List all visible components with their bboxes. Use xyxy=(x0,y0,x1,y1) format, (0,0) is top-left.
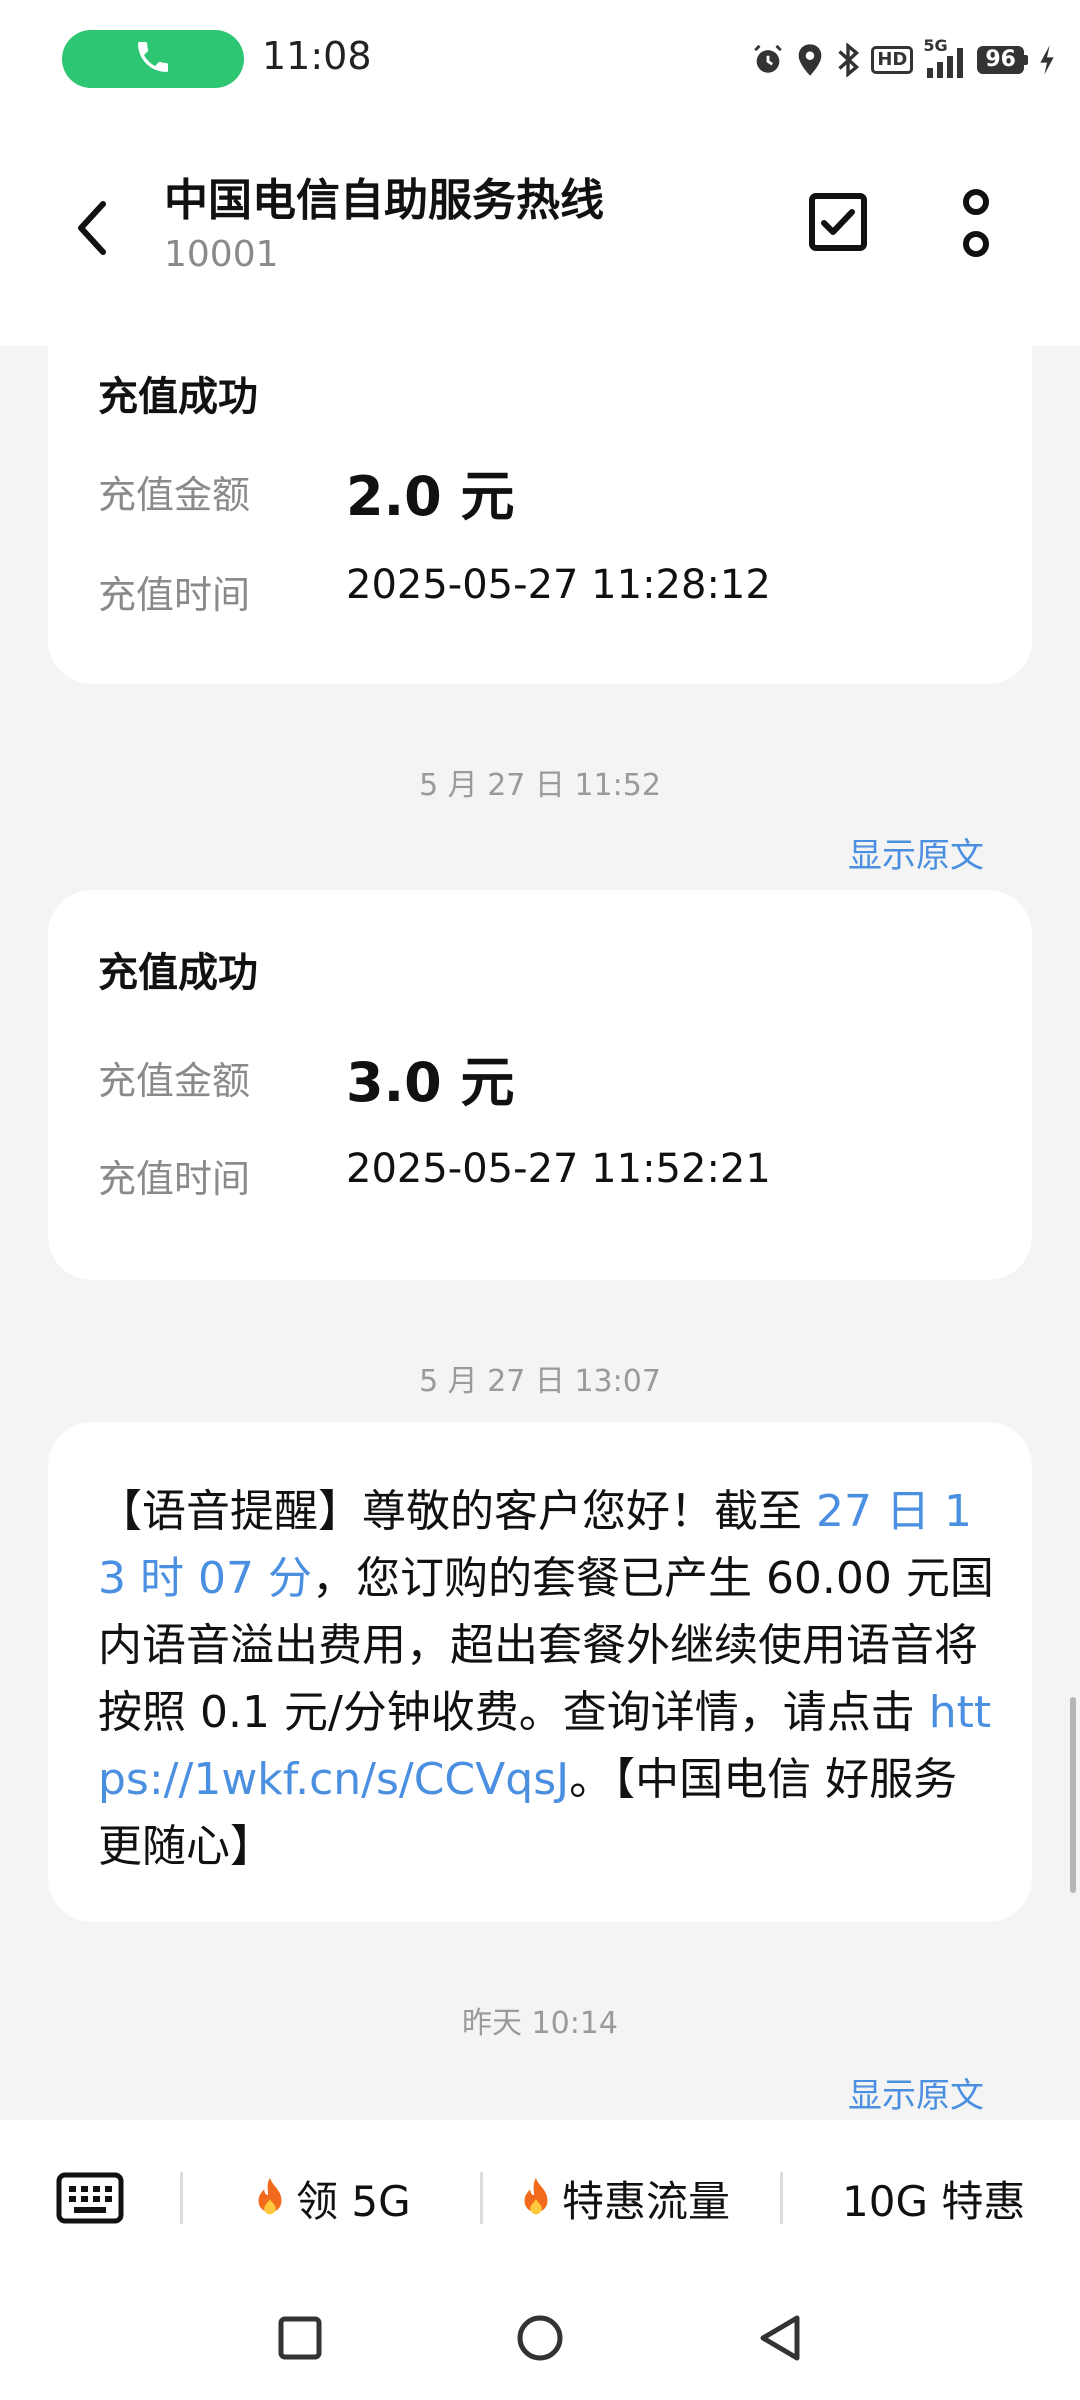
status-icons: HD 5G 96 xyxy=(751,36,1056,82)
card-title: 充值成功 xyxy=(98,374,258,420)
contact-name: 中国电信自助服务热线 xyxy=(164,175,604,226)
quick-reply-bar: 领 5G 特惠流量 10G 特惠 xyxy=(0,2120,1080,2276)
battery-icon: 96 xyxy=(977,46,1028,74)
chevron-left-icon xyxy=(78,201,106,255)
square-icon xyxy=(278,2316,322,2360)
quick-reply-label: 特惠流量 xyxy=(562,2177,731,2226)
message-bubble-voice-reminder[interactable]: 【语音提醒】尊敬的客户您好！截至 27 日 13 时 07 分，您订购的套餐已产… xyxy=(48,1422,1032,1922)
amount-label: 充值金额 xyxy=(98,1059,251,1103)
back-nav-button[interactable] xyxy=(752,2310,808,2366)
scrollbar[interactable] xyxy=(1070,1697,1076,1893)
location-icon xyxy=(795,43,825,77)
message-bubble-recharge-1[interactable]: 充值成功 充值金额 2.0 元 充值时间 2025-05-27 11:28:12 xyxy=(48,346,1032,684)
divider xyxy=(180,2172,183,2224)
divider xyxy=(780,2172,783,2224)
message-text: 【语音提醒】尊敬的客户您好！截至 27 日 13 时 07 分，您订购的套餐已产… xyxy=(98,1478,994,1880)
charging-icon xyxy=(1038,44,1056,76)
battery-level: 96 xyxy=(977,46,1024,74)
show-original-link[interactable]: 显示原文 xyxy=(848,828,984,877)
checkbox-icon xyxy=(809,193,867,251)
show-original-link[interactable]: 显示原文 xyxy=(848,2068,984,2117)
date-separator: 5 月 27 日 13:07 xyxy=(419,1364,661,1399)
triangle-back-icon xyxy=(760,2315,800,2361)
amount-value: 3.0 元 xyxy=(346,1051,515,1114)
bluetooth-icon xyxy=(835,43,861,77)
ongoing-call-pill[interactable] xyxy=(62,30,244,88)
hd-icon: HD xyxy=(871,46,914,74)
recent-apps-button[interactable] xyxy=(272,2310,328,2366)
amount-value: 2.0 元 xyxy=(346,465,515,528)
amount-label: 充值金额 xyxy=(98,473,251,517)
time-value: 2025-05-27 11:52:21 xyxy=(346,1146,771,1192)
alarm-icon xyxy=(751,43,785,77)
quick-reply-10g[interactable]: 10G 特惠 xyxy=(842,2168,1025,2229)
fire-icon xyxy=(524,2177,548,2214)
divider xyxy=(480,2172,483,2224)
quick-reply-data-deal[interactable]: 特惠流量 xyxy=(516,2168,730,2229)
status-time: 11:08 xyxy=(262,34,372,78)
message-text-part: 【语音提醒】尊敬的客户您好！截至 xyxy=(98,1486,816,1537)
back-button[interactable] xyxy=(62,188,122,268)
message-list[interactable]: 充值成功 充值金额 2.0 元 充值时间 2025-05-27 11:28:12… xyxy=(0,346,1080,2120)
more-vertical-icon xyxy=(963,189,989,257)
system-navigation-bar xyxy=(0,2276,1080,2400)
circle-icon xyxy=(517,2315,563,2361)
phone-icon xyxy=(133,37,173,81)
conversation-header: 中国电信自助服务热线 10001 xyxy=(0,118,1080,346)
quick-reply-label: 10G 特惠 xyxy=(842,2177,1026,2226)
keyboard-icon xyxy=(56,2172,124,2224)
card-title: 充值成功 xyxy=(98,950,258,996)
message-bubble-recharge-2[interactable]: 充值成功 充值金额 3.0 元 充值时间 2025-05-27 11:52:21 xyxy=(48,890,1032,1280)
quick-reply-5g[interactable]: 领 5G xyxy=(250,2168,411,2229)
time-label: 充值时间 xyxy=(98,573,251,617)
keyboard-button[interactable] xyxy=(56,2172,124,2224)
more-options-button[interactable] xyxy=(948,186,1004,262)
time-value: 2025-05-27 11:28:12 xyxy=(346,562,771,608)
contact-number: 10001 xyxy=(164,234,279,275)
home-button[interactable] xyxy=(512,2310,568,2366)
time-label: 充值时间 xyxy=(98,1157,251,1201)
select-messages-button[interactable] xyxy=(806,190,870,254)
status-bar: 11:08 HD 5G 96 xyxy=(0,0,1080,118)
fire-icon xyxy=(258,2177,282,2214)
date-separator: 5 月 27 日 11:52 xyxy=(419,768,661,803)
quick-reply-label: 领 5G xyxy=(296,2177,411,2226)
date-separator: 昨天 10:14 xyxy=(462,2006,618,2041)
signal-5g-icon: 5G xyxy=(923,36,967,80)
